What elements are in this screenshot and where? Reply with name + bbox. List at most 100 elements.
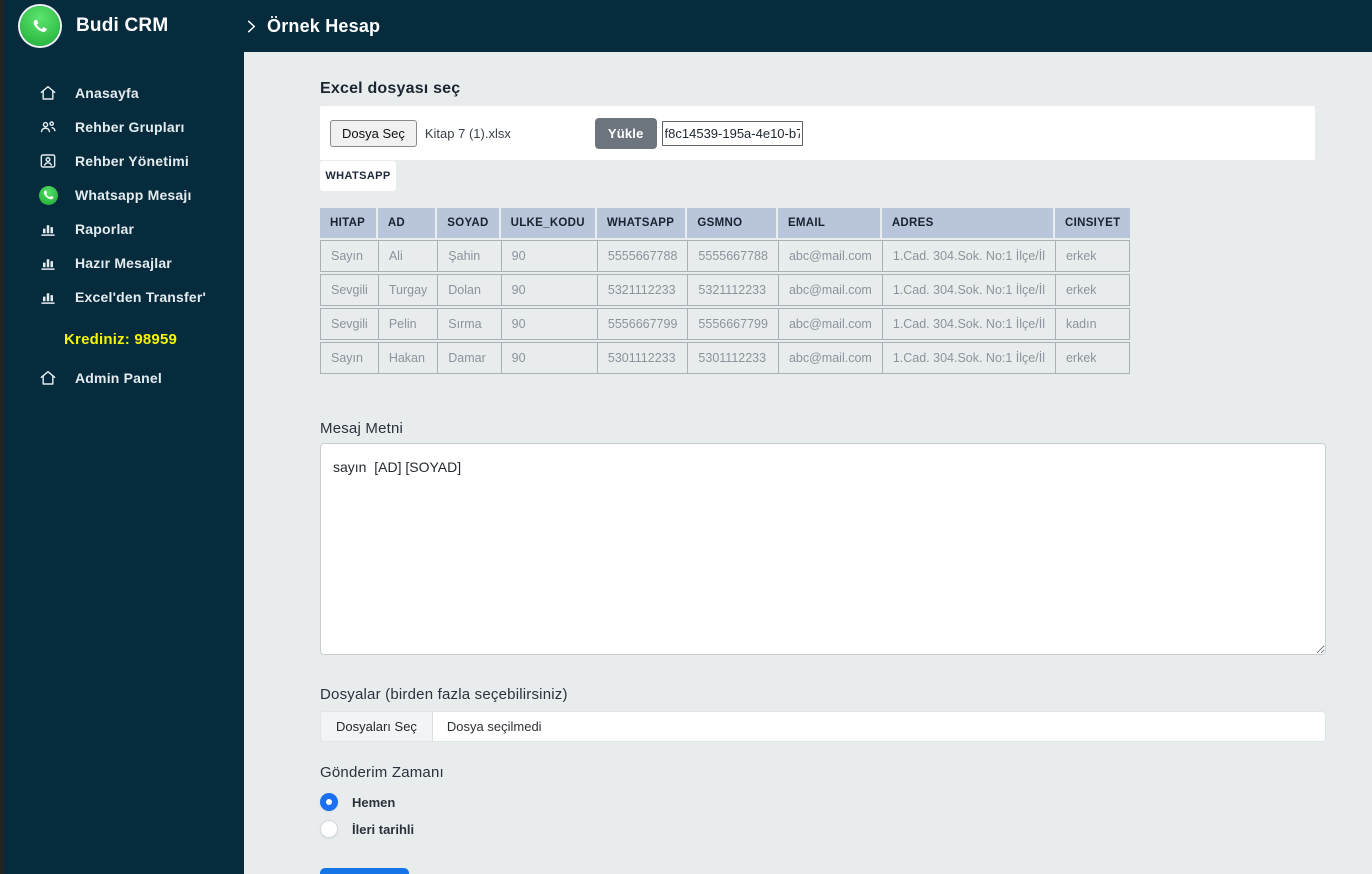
table-cell: Damar	[437, 342, 501, 374]
table-cell: 1.Cad. 304.Sok. No:1 İlçe/İl	[881, 240, 1055, 272]
sidebar-item-rehber-gruplari[interactable]: Rehber Grupları	[0, 110, 244, 144]
table-cell: Sayın	[320, 240, 378, 272]
table-cell: 90	[500, 342, 597, 374]
sidebar-item-whatsapp-mesaji[interactable]: Whatsapp Mesajı	[0, 178, 244, 212]
brand: Budi CRM	[20, 0, 168, 52]
column-header: SOYAD	[437, 208, 501, 238]
table-cell: 1.Cad. 304.Sok. No:1 İlçe/İl	[881, 274, 1055, 306]
upload-token-input[interactable]	[661, 120, 803, 146]
table-cell: 90	[500, 240, 597, 272]
home-icon	[38, 368, 58, 388]
main-content: Excel dosyası seç Dosya Seç Kitap 7 (1).…	[244, 52, 1372, 874]
column-header: ULKE_KODU	[500, 208, 597, 238]
table-cell: Dolan	[437, 274, 501, 306]
upload-button[interactable]: Yükle	[594, 117, 657, 149]
home-icon	[38, 83, 58, 103]
sidebar-item-label: Anasayfa	[75, 85, 139, 101]
column-header: HITAP	[320, 208, 378, 238]
choose-file-button[interactable]: Dosya Seç	[330, 119, 417, 147]
send-button[interactable]: Gönder	[320, 868, 409, 874]
app-title: Budi CRM	[76, 15, 169, 36]
table-cell: 5556667799	[687, 308, 778, 340]
account-name: Örnek Hesap	[267, 15, 381, 36]
group-icon	[38, 117, 58, 137]
table-cell: 5321112233	[687, 274, 778, 306]
table-cell: erkek	[1054, 274, 1131, 306]
column-header: WHATSAPP	[596, 208, 688, 238]
sidebar-item-admin-panel[interactable]: Admin Panel	[0, 361, 244, 395]
table-cell: erkek	[1054, 342, 1131, 374]
sidebar-item-label: Rehber Grupları	[75, 119, 185, 135]
excel-upload-panel: Dosya Seç Kitap 7 (1).xlsx Yükle	[320, 106, 1315, 160]
radio-label: Hemen	[352, 794, 396, 810]
table-cell: abc@mail.com	[777, 240, 882, 272]
sidebar-item-anasayfa[interactable]: Anasayfa	[0, 76, 244, 110]
table-cell: abc@mail.com	[777, 308, 882, 340]
table-cell: Sevgili	[320, 308, 378, 340]
radio-button[interactable]	[320, 793, 338, 811]
chosen-file-name: Kitap 7 (1).xlsx	[424, 125, 511, 141]
whatsapp-logo-icon	[20, 6, 60, 46]
table-row: Sayın Hakan Damar 90 5301112233 5301112233 abc…	[320, 342, 1131, 374]
sidebar-item-hazir-mesajlar[interactable]: Hazır Mesajlar	[0, 246, 244, 280]
radio-option-hemen[interactable]: Hemen	[320, 791, 1326, 813]
bar-chart-icon	[38, 219, 58, 239]
table-cell: Pelin	[377, 308, 438, 340]
table-cell: Sevgili	[320, 274, 378, 306]
attachments-file-input[interactable]: Dosyaları Seç Dosya seçilmedi	[320, 711, 1326, 742]
window-edge	[0, 0, 4, 874]
table-cell: Sayın	[320, 342, 378, 374]
column-header: EMAIL	[777, 208, 882, 238]
sidebar-item-excelden-transfer[interactable]: Excel'den Transfer'	[0, 280, 244, 314]
schedule-label: Gönderim Zamanı	[320, 764, 444, 781]
sidebar: Anasayfa Rehber Grupları Rehber Yönetimi…	[0, 76, 244, 395]
table-cell: 5301112233	[687, 342, 778, 374]
message-label: Mesaj Metni	[320, 420, 404, 437]
column-header: GSMNO	[687, 208, 778, 238]
table-cell: Ali	[377, 240, 438, 272]
column-header: ADRES	[881, 208, 1055, 238]
table-cell: kadın	[1054, 308, 1131, 340]
table-row: Sevgili Pelin Sırma 90 5556667799 5556667799 a…	[320, 308, 1131, 340]
attachments-label: Dosyalar (birden fazla seçebilirsiniz)	[320, 686, 568, 703]
sidebar-item-label: Whatsapp Mesajı	[75, 187, 192, 203]
radio-button[interactable]	[320, 820, 338, 838]
sidebar-item-label: Excel'den Transfer'	[75, 289, 207, 305]
sidebar-item-label: Admin Panel	[75, 370, 162, 386]
table-cell: erkek	[1054, 240, 1131, 272]
radio-label: İleri tarihli	[352, 821, 415, 837]
sidebar-item-label: Raporlar	[75, 221, 135, 237]
table-cell: Hakan	[377, 342, 438, 374]
chevron-right-icon	[244, 19, 259, 34]
table-cell: 5555667788	[687, 240, 778, 272]
sidebar-item-rehber-yonetimi[interactable]: Rehber Yönetimi	[0, 144, 244, 178]
contact-card-icon	[38, 151, 58, 171]
table-cell: 5555667788	[596, 240, 688, 272]
table-cell: 5321112233	[596, 274, 688, 306]
sidebar-item-raporlar[interactable]: Raporlar	[0, 212, 244, 246]
table-cell: Turgay	[377, 274, 438, 306]
table-cell: abc@mail.com	[777, 342, 882, 374]
table-cell: 5301112233	[596, 342, 688, 374]
table-cell: Sırma	[437, 308, 501, 340]
radio-option-ileri-tarihli[interactable]: İleri tarihli	[320, 818, 1326, 840]
excel-upload-heading: Excel dosyası seç	[320, 80, 461, 97]
sidebar-item-label: Rehber Yönetimi	[75, 153, 189, 169]
contacts-table: HITAP AD SOYAD ULKE_KODU WHATSAPP GSMNO …	[320, 206, 1131, 376]
bar-chart-icon	[38, 253, 58, 273]
message-textarea[interactable]: sayın [AD] [SOYAD]	[320, 443, 1326, 655]
table-row: Sevgili Turgay Dolan 90 5321112233 5321112233…	[320, 274, 1131, 306]
bar-chart-icon	[38, 287, 58, 307]
table-cell: 90	[500, 274, 597, 306]
table-cell: abc@mail.com	[777, 274, 882, 306]
table-cell: 90	[500, 308, 597, 340]
choose-files-button[interactable]: Dosyaları Seç	[321, 712, 433, 741]
table-cell: 1.Cad. 304.Sok. No:1 İlçe/İl	[881, 342, 1055, 374]
table-row: Sayın Ali Şahin 90 5555667788 5555667788 abc@m…	[320, 240, 1131, 272]
credit-balance: Krediniz: 98959	[64, 331, 178, 348]
table-cell: 5556667799	[596, 308, 688, 340]
tab-whatsapp-sheet[interactable]: WHATSAPP	[320, 161, 396, 191]
column-header: AD	[377, 208, 438, 238]
column-header: CINSIYET	[1054, 208, 1131, 238]
whatsapp-icon	[38, 185, 58, 205]
